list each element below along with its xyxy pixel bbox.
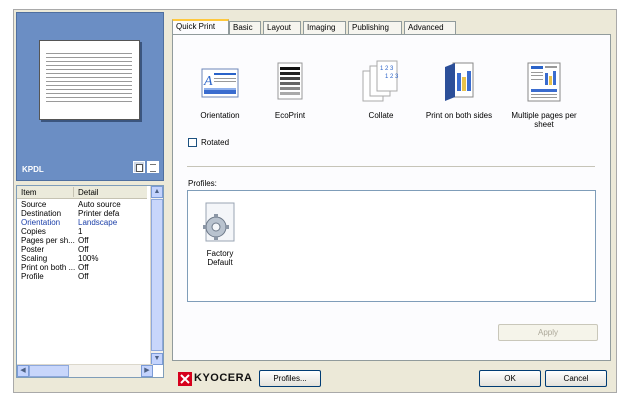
multiple-pages-icon — [527, 62, 561, 102]
printer-view-icon[interactable] — [133, 161, 145, 173]
tab-advanced[interactable]: Advanced — [404, 21, 456, 34]
tab-publishing[interactable]: Publishing — [348, 21, 402, 34]
profile-gear-icon — [203, 202, 235, 242]
item-name: Print on both ... — [21, 263, 76, 272]
horizontal-scrollbar[interactable]: ◀ ▶ — [17, 364, 153, 377]
profiles-list[interactable]: Factory Default — [187, 190, 596, 302]
item-name: Poster — [21, 245, 45, 254]
tab-layout[interactable]: Layout — [263, 21, 301, 34]
item-detail: 100% — [78, 254, 99, 263]
kyocera-logo: KYOCERA — [178, 372, 252, 386]
tab-basic[interactable]: Basic — [229, 21, 261, 34]
ok-button[interactable]: OK — [479, 370, 541, 387]
item-detail: Landscape — [78, 218, 118, 227]
item-name: Source — [21, 200, 47, 209]
item-name: Destination — [21, 209, 62, 218]
profile-factory-default[interactable]: Factory Default — [200, 201, 240, 267]
horizontal-scroll-thumb[interactable] — [29, 365, 69, 377]
rotated-checkbox[interactable] — [188, 138, 197, 147]
svg-text:A: A — [203, 74, 213, 89]
profile-label: Factory Default — [206, 249, 234, 267]
list-header: Item Detail — [17, 186, 147, 199]
profiles-label: Profiles: — [188, 179, 217, 188]
print-both-sides-label: Print on both sides — [425, 111, 493, 120]
list-item[interactable]: Orientation Landscape — [17, 218, 147, 227]
scroll-left-icon[interactable]: ◀ — [17, 365, 29, 377]
item-detail: Auto source — [78, 200, 121, 209]
quick-print-panel: A Orientation EcoPrint 1 2 3 1 2 3 Colla… — [172, 34, 611, 361]
orientation-label: Orientation — [200, 111, 240, 120]
vertical-scrollbar[interactable]: ▲ ▼ — [150, 186, 163, 365]
item-detail: Off — [78, 263, 89, 272]
tab-imaging[interactable]: Imaging — [303, 21, 346, 34]
item-detail: Off — [78, 272, 89, 281]
item-detail: 1 — [78, 227, 83, 236]
kyocera-logo-icon — [178, 372, 192, 386]
list-item[interactable]: Source Auto source — [17, 200, 147, 209]
left-pane: KPDL Item Detail Source Auto source Desti… — [14, 10, 166, 392]
brand-name: KYOCERA — [194, 372, 253, 384]
column-header-item[interactable]: Item — [21, 188, 37, 197]
column-header-detail[interactable]: Detail — [78, 188, 98, 197]
duplex-icon — [445, 62, 474, 101]
tab-quick-print[interactable]: Quick Print — [172, 19, 229, 34]
scroll-right-icon[interactable]: ▶ — [141, 365, 153, 377]
item-detail: Printer defa — [78, 209, 120, 218]
page-preview: KPDL — [16, 12, 164, 181]
item-name: Copies — [21, 227, 46, 236]
cancel-button[interactable]: Cancel — [545, 370, 607, 387]
item-detail: Off — [78, 245, 89, 254]
svg-text:3: 3 — [395, 74, 399, 80]
profiles-button[interactable]: Profiles... — [259, 370, 321, 387]
item-name: Orientation — [21, 218, 61, 227]
print-properties-dialog: KPDL Item Detail Source Auto source Desti… — [13, 9, 617, 393]
item-name: Pages per sh... — [21, 236, 75, 245]
apply-button[interactable]: Apply — [498, 324, 598, 341]
item-name: Scaling — [21, 254, 48, 263]
list-item[interactable]: Scaling 100% — [17, 254, 147, 263]
vertical-scroll-thumb[interactable] — [151, 199, 163, 351]
summary-rows: Source Auto source Destination Printer def… — [17, 200, 147, 281]
collate-label: Collate — [368, 111, 394, 120]
list-item[interactable]: Pages per sh... Off — [17, 236, 147, 245]
list-item[interactable]: Destination Printer defa — [17, 209, 147, 218]
list-item[interactable]: Poster Off — [17, 245, 147, 254]
list-item[interactable]: Print on both ... Off — [17, 263, 147, 272]
page-view-icon[interactable] — [147, 161, 159, 173]
rotated-label[interactable]: Rotated — [201, 138, 229, 147]
multiple-pages-label: Multiple pages per sheet — [511, 111, 577, 129]
section-divider — [187, 166, 595, 167]
orientation-icon: A — [201, 68, 239, 98]
preview-label: KPDL — [22, 165, 44, 174]
ecoprint-label: EcoPrint — [274, 111, 306, 120]
scroll-up-icon[interactable]: ▲ — [151, 186, 163, 198]
item-name: Profile — [21, 272, 44, 281]
collate-icon: 1 2 3 1 2 3 — [362, 60, 399, 102]
settings-summary-list[interactable]: Item Detail Source Auto source Destinatio… — [16, 185, 164, 378]
list-item[interactable]: Profile Off — [17, 272, 147, 281]
preview-paper — [39, 40, 140, 120]
list-item[interactable]: Copies 1 — [17, 227, 147, 236]
ecoprint-icon — [277, 62, 303, 100]
item-detail: Off — [78, 236, 89, 245]
